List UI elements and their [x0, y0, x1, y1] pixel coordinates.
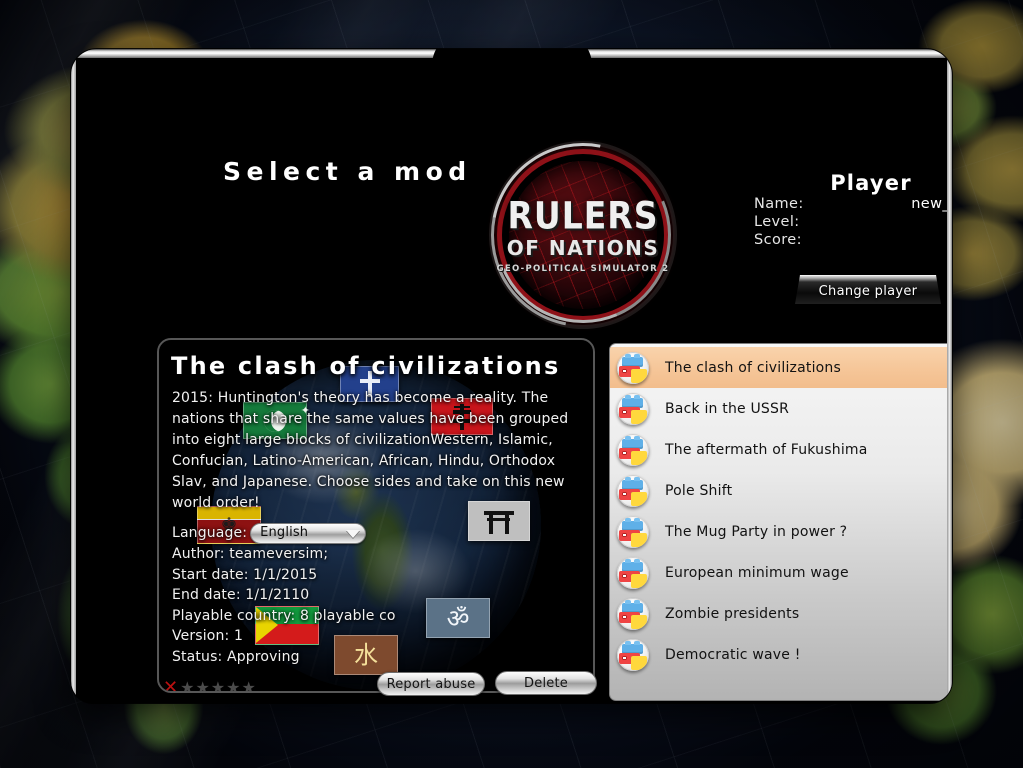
- rating-star-2[interactable]: ★: [195, 680, 209, 692]
- mod-start-date: Start date: 1/1/2015: [172, 566, 318, 583]
- mod-author: Author: teameversim;: [172, 546, 329, 562]
- mod-list-item[interactable]: Pole Shift: [610, 470, 952, 511]
- mod-list-item[interactable]: European minimum wage: [610, 552, 952, 593]
- mod-list-item-label: European minimum wage: [665, 564, 849, 581]
- report-abuse-label: Report abuse: [386, 676, 476, 692]
- delete-label: Delete: [524, 675, 568, 691]
- player-score-label: Score:: [754, 232, 802, 248]
- language-selected-value: English: [260, 525, 309, 541]
- player-panel-title: Player: [830, 171, 912, 195]
- chevron-down-icon: [346, 529, 361, 538]
- game-logo: RULERS OF NATIONS GEO-POLITICAL SIMULATO…: [455, 107, 711, 363]
- mod-title: The clash of civilizations: [171, 352, 561, 380]
- mod-detail-content: The clash of civilizations 2015: Hunting…: [159, 340, 593, 691]
- mod-blocks-icon: [617, 597, 649, 630]
- mod-metadata: Language: English Author: teameversim; S…: [172, 523, 583, 667]
- player-name-value: new_player: [911, 196, 952, 212]
- rating-clear-icon[interactable]: ✕: [163, 679, 178, 692]
- mod-list-item[interactable]: Back in the USSR: [610, 388, 952, 429]
- logo-line-3: GEO-POLITICAL SIMULATOR 2: [496, 264, 670, 274]
- mod-list-item[interactable]: Zombie presidents: [610, 593, 952, 634]
- mod-blocks-icon: [617, 474, 649, 507]
- logo-wordmark: RULERS OF NATIONS GEO-POLITICAL SIMULATO…: [485, 137, 681, 333]
- rating-star-5[interactable]: ★: [241, 680, 255, 692]
- delete-button[interactable]: Delete: [495, 671, 597, 695]
- rating-star-4[interactable]: ★: [226, 680, 240, 692]
- mod-blocks-icon: [617, 556, 649, 589]
- player-info-panel: Player Name: new_player Level: 1 Score: …: [726, 171, 952, 304]
- language-select[interactable]: English: [250, 523, 367, 544]
- mod-list-item[interactable]: Democratic wave !: [610, 634, 952, 675]
- rating-star-3[interactable]: ★: [211, 680, 225, 692]
- mod-end-date: End date: 1/1/2110: [172, 587, 310, 603]
- mod-list[interactable]: The clash of civilizations Back in the US…: [610, 347, 952, 675]
- mod-list-item-label: Democratic wave !: [665, 646, 801, 663]
- mod-list-item-label: The clash of civilizations: [665, 359, 841, 376]
- player-score-row: Score: 0: [726, 231, 952, 249]
- mod-version: Version: 1: [172, 628, 244, 644]
- player-name-row: Name: new_player: [726, 195, 952, 213]
- language-label: Language:: [172, 525, 248, 542]
- mod-list-item-label: Back in the USSR: [665, 400, 790, 417]
- mod-list-item-label: The Mug Party in power ?: [665, 523, 848, 540]
- mod-list-item[interactable]: The aftermath of Fukushima: [610, 429, 952, 470]
- mod-playable-country: Playable country: 8 playable co: [172, 607, 396, 624]
- mod-list-item[interactable]: The clash of civilizations: [610, 347, 952, 388]
- mod-blocks-icon: [617, 351, 649, 384]
- player-level-row: Level: 1: [726, 213, 952, 231]
- mod-list-item-label: Pole Shift: [665, 482, 733, 499]
- mod-list-panel: The clash of civilizations Back in the US…: [609, 343, 952, 701]
- window-right-rail: [947, 49, 952, 703]
- logo-line-1: RULERS: [507, 193, 659, 238]
- logo-line-2: OF NATIONS: [506, 236, 660, 260]
- mod-detail-panel: ✦ ♚ ॐ 水 The clash of civilizations 2015:…: [157, 338, 595, 693]
- mod-blocks-icon: [617, 515, 649, 548]
- mod-list-item[interactable]: The Mug Party in power ?: [610, 511, 952, 552]
- mod-list-item-label: The aftermath of Fukushima: [665, 441, 868, 458]
- change-player-label: Change player: [818, 284, 918, 299]
- rating-widget[interactable]: ✕ ★ ★ ★ ★ ★: [163, 679, 256, 692]
- window-top-notch: [433, 49, 590, 66]
- rating-star-1[interactable]: ★: [180, 680, 194, 692]
- change-player-button[interactable]: Change player: [795, 275, 941, 304]
- mod-status: Status: Approving: [172, 648, 300, 665]
- mod-blocks-icon: [617, 433, 649, 466]
- mod-blocks-icon: [617, 392, 649, 425]
- report-abuse-button[interactable]: Report abuse: [377, 672, 485, 696]
- mod-description: 2015: Huntington's theory has become a r…: [172, 390, 569, 511]
- mod-language-row: Language: English: [172, 523, 583, 544]
- page-title: Select a mod: [223, 157, 472, 186]
- player-name-label: Name:: [754, 196, 804, 212]
- mod-selection-window: Select a mod RULERS OF NATIONS GEO-POLIT…: [71, 49, 952, 703]
- mod-blocks-icon: [617, 638, 649, 671]
- player-level-label: Level:: [754, 214, 800, 230]
- mod-list-item-label: Zombie presidents: [665, 605, 800, 622]
